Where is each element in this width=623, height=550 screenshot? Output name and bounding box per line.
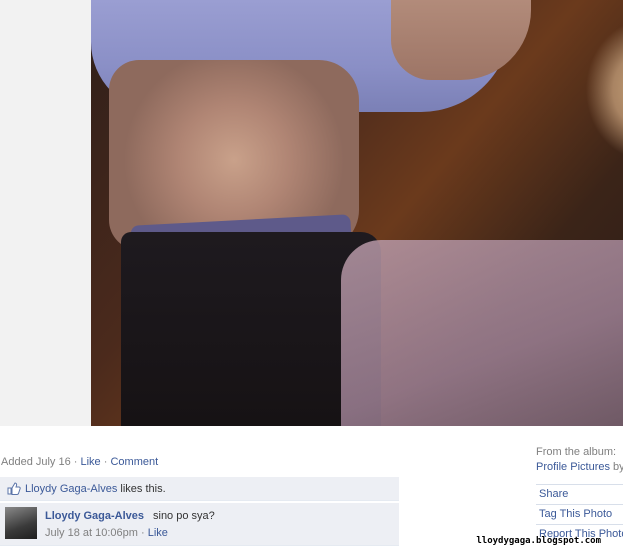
comment-like-link[interactable]: Like [148,527,168,539]
separator: · [100,456,111,468]
arm-shape [391,0,531,80]
likes-suffix: likes this. [117,483,166,495]
album-from-label: From the album: [536,446,617,458]
separator: · [70,456,81,468]
tag-photo-link[interactable]: Tag This Photo [536,504,623,524]
likes-text: Lloydy Gaga-Alves likes this. [25,483,166,495]
liker-name-link[interactable]: Lloydy Gaga-Alves [25,483,117,495]
added-date: Added July 16 [1,456,71,468]
comment-author-link[interactable]: Lloydy Gaga-Alves [45,510,144,522]
separator: · [137,527,148,539]
watermark: lloydygaga.blogspot.com [476,536,601,546]
photo[interactable] [91,0,623,426]
comment-timestamp: July 18 at 10:06pm [45,527,138,539]
album-by-label: by [613,461,623,473]
photo-added-line: Added July 16 · Like · Comment [1,456,158,468]
comment-meta: July 18 at 10:06pm · Like [45,527,168,539]
photo-stage [0,0,623,426]
share-link[interactable]: Share [536,484,623,504]
thumbs-up-icon [7,482,21,498]
photo-actions: Share Tag This Photo Report This Photo [536,484,623,544]
comment: Lloydy Gaga-Alves sino po sya? July 18 a… [0,503,399,546]
comment-link[interactable]: Comment [110,456,158,468]
floor-shape [341,240,623,426]
likes-box: Lloydy Gaga-Alves likes this. [0,477,399,501]
album-info: From the album: Profile Pictures by [536,445,623,475]
album-link[interactable]: Profile Pictures [536,461,610,473]
like-link[interactable]: Like [81,456,101,468]
comment-text: sino po sya? [153,510,215,522]
avatar[interactable] [5,507,37,539]
